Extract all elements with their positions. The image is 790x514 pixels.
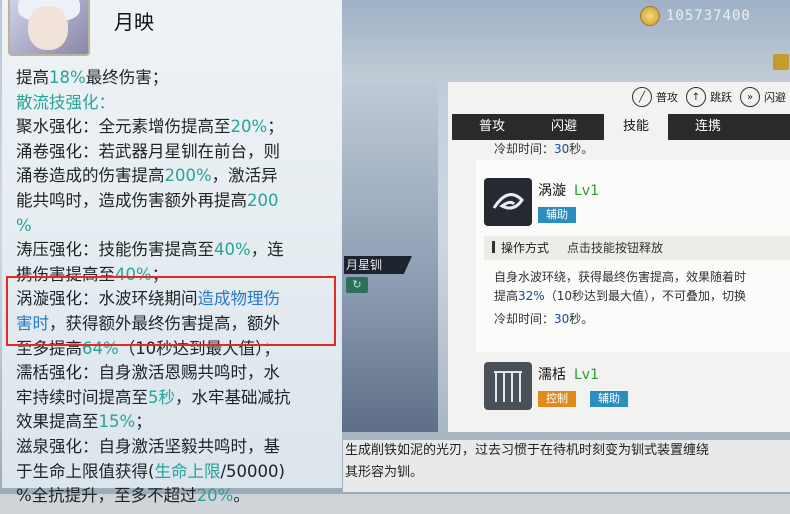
tooltip-title: 月映	[114, 10, 154, 34]
control-attack[interactable]: ╱ 普攻	[632, 87, 678, 107]
control-dodge[interactable]: » 闪避	[740, 87, 786, 107]
tab-skill[interactable]: 技能	[604, 114, 668, 140]
weapon-lore-text: 生成削铁如泥的光刃，过去习惯于在待机时刻变为钏式装置缠绕 其形容为钏。	[343, 440, 790, 492]
jump-icon: ↑	[686, 87, 706, 107]
control-label: 普攻	[656, 91, 678, 104]
controls-legend: ╱ 普攻 ↑ 跳跃 » 闪避	[448, 82, 790, 112]
cooldown-line: 冷却时间：30秒。	[494, 142, 594, 156]
support-badge: 辅助	[538, 207, 576, 223]
skill-tabs: 普攻 闪避 技能 连携	[452, 114, 790, 140]
tab-dodge[interactable]: 闪避	[532, 114, 596, 140]
cage-skill-icon[interactable]	[484, 362, 532, 410]
tab-combo[interactable]: 连携	[676, 114, 740, 140]
swirl-skill-icon[interactable]	[484, 178, 532, 226]
avatar	[8, 0, 90, 56]
sword-icon: ╱	[632, 87, 652, 107]
tab-normal-attack[interactable]: 普攻	[460, 114, 524, 140]
control-label: 跳跃	[710, 91, 732, 104]
skill-name-1: 涡漩 Lv1	[538, 183, 599, 199]
control-label: 闪避	[764, 91, 786, 104]
currency-display: 105737400	[640, 4, 751, 28]
weapon-tag: 月星钏	[344, 256, 412, 274]
resonance-icon: ↻	[346, 277, 368, 293]
passive-tooltip: 月映 提高18%最终伤害； 散流技强化： 聚水强化：全元素增伤提高至20%； 涌…	[2, 0, 342, 505]
control-jump[interactable]: ↑ 跳跃	[686, 87, 732, 107]
skill-name-2: 濡栝 Lv1	[538, 367, 599, 383]
support-badge: 辅助	[590, 391, 628, 407]
operation-row: 操作方式 点击技能按钮释放	[484, 236, 790, 260]
coin-icon	[640, 6, 660, 26]
control-badge: 控制	[538, 391, 576, 407]
skill-description: 自身水波环绕，获得最终伤害提高，效果随着时 提高32%（10秒达到最大值），不可…	[494, 270, 747, 326]
currency-amount: 105737400	[666, 8, 751, 24]
dodge-icon: »	[740, 87, 760, 107]
add-currency-button[interactable]	[773, 54, 789, 70]
highlight-box	[6, 276, 336, 346]
